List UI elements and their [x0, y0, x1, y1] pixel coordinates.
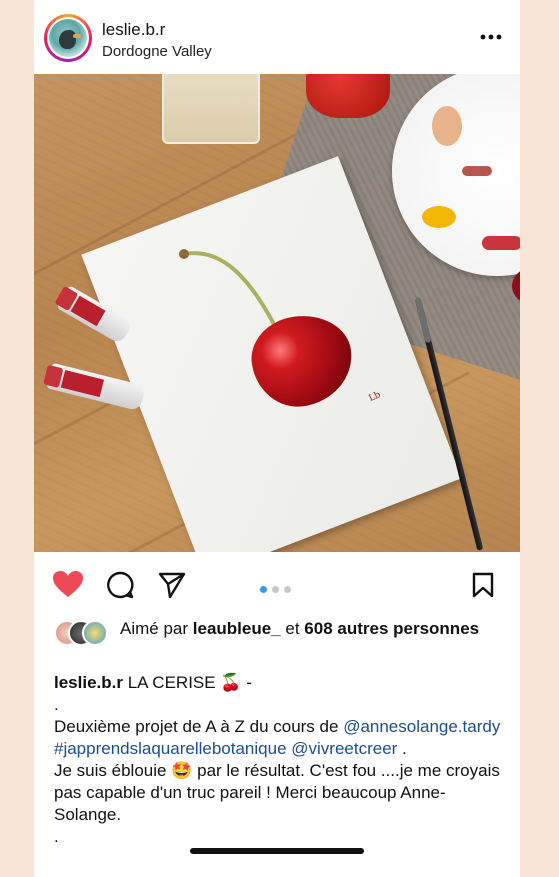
- caption-username[interactable]: leslie.b.r: [54, 673, 123, 692]
- star-struck-emoji-icon: 🤩: [171, 761, 193, 781]
- caption-dot: .: [54, 695, 59, 714]
- caption-title: LA CERISE: [127, 673, 216, 692]
- mention-link[interactable]: @vivreetcreer: [291, 739, 397, 758]
- liker-username[interactable]: leaubleue_: [193, 619, 281, 638]
- send-icon[interactable]: [158, 571, 186, 599]
- bird-icon: [59, 30, 76, 49]
- instagram-post-card: leslie.b.r Dordogne Valley Lb Aimé par l…: [34, 0, 520, 877]
- more-options-icon[interactable]: [480, 28, 502, 46]
- heart-icon[interactable]: [52, 570, 84, 598]
- avatar[interactable]: [44, 14, 92, 62]
- likes-count[interactable]: 608 autres personnes: [304, 619, 479, 638]
- mention-link[interactable]: @annesolange.tardy: [343, 717, 500, 736]
- bookmark-icon[interactable]: [472, 572, 494, 598]
- caption-dot: .: [54, 827, 59, 846]
- cherry-emoji-icon: 🍒: [220, 673, 242, 693]
- carousel-indicator: [260, 580, 296, 593]
- carousel-dot: [284, 586, 291, 593]
- home-indicator[interactable]: [190, 848, 364, 854]
- post-photo[interactable]: Lb: [34, 74, 520, 552]
- red-cup: [306, 74, 390, 118]
- caption-line: Deuxième projet de A à Z du cours de: [54, 717, 339, 736]
- carousel-dot: [272, 586, 279, 593]
- avatar: [82, 620, 108, 646]
- post-header: leslie.b.r Dordogne Valley: [34, 0, 520, 74]
- action-bar: [34, 560, 520, 606]
- post-username[interactable]: leslie.b.r: [102, 20, 165, 40]
- liker-avatars[interactable]: [54, 620, 114, 646]
- carousel-dot: [260, 586, 267, 593]
- comment-icon[interactable]: [106, 571, 134, 599]
- caption-line: Je suis éblouie: [54, 761, 167, 780]
- avatar-image: [49, 19, 87, 57]
- hashtag-link[interactable]: #japprendslaquarellebotanique: [54, 739, 287, 758]
- post-caption: leslie.b.r LA CERISE 🍒 - . Deuxième proj…: [54, 672, 504, 848]
- post-location[interactable]: Dordogne Valley: [102, 43, 212, 60]
- water-glass: [162, 74, 260, 144]
- likes-text[interactable]: Aimé par leaubleue_ et 608 autres person…: [120, 618, 500, 640]
